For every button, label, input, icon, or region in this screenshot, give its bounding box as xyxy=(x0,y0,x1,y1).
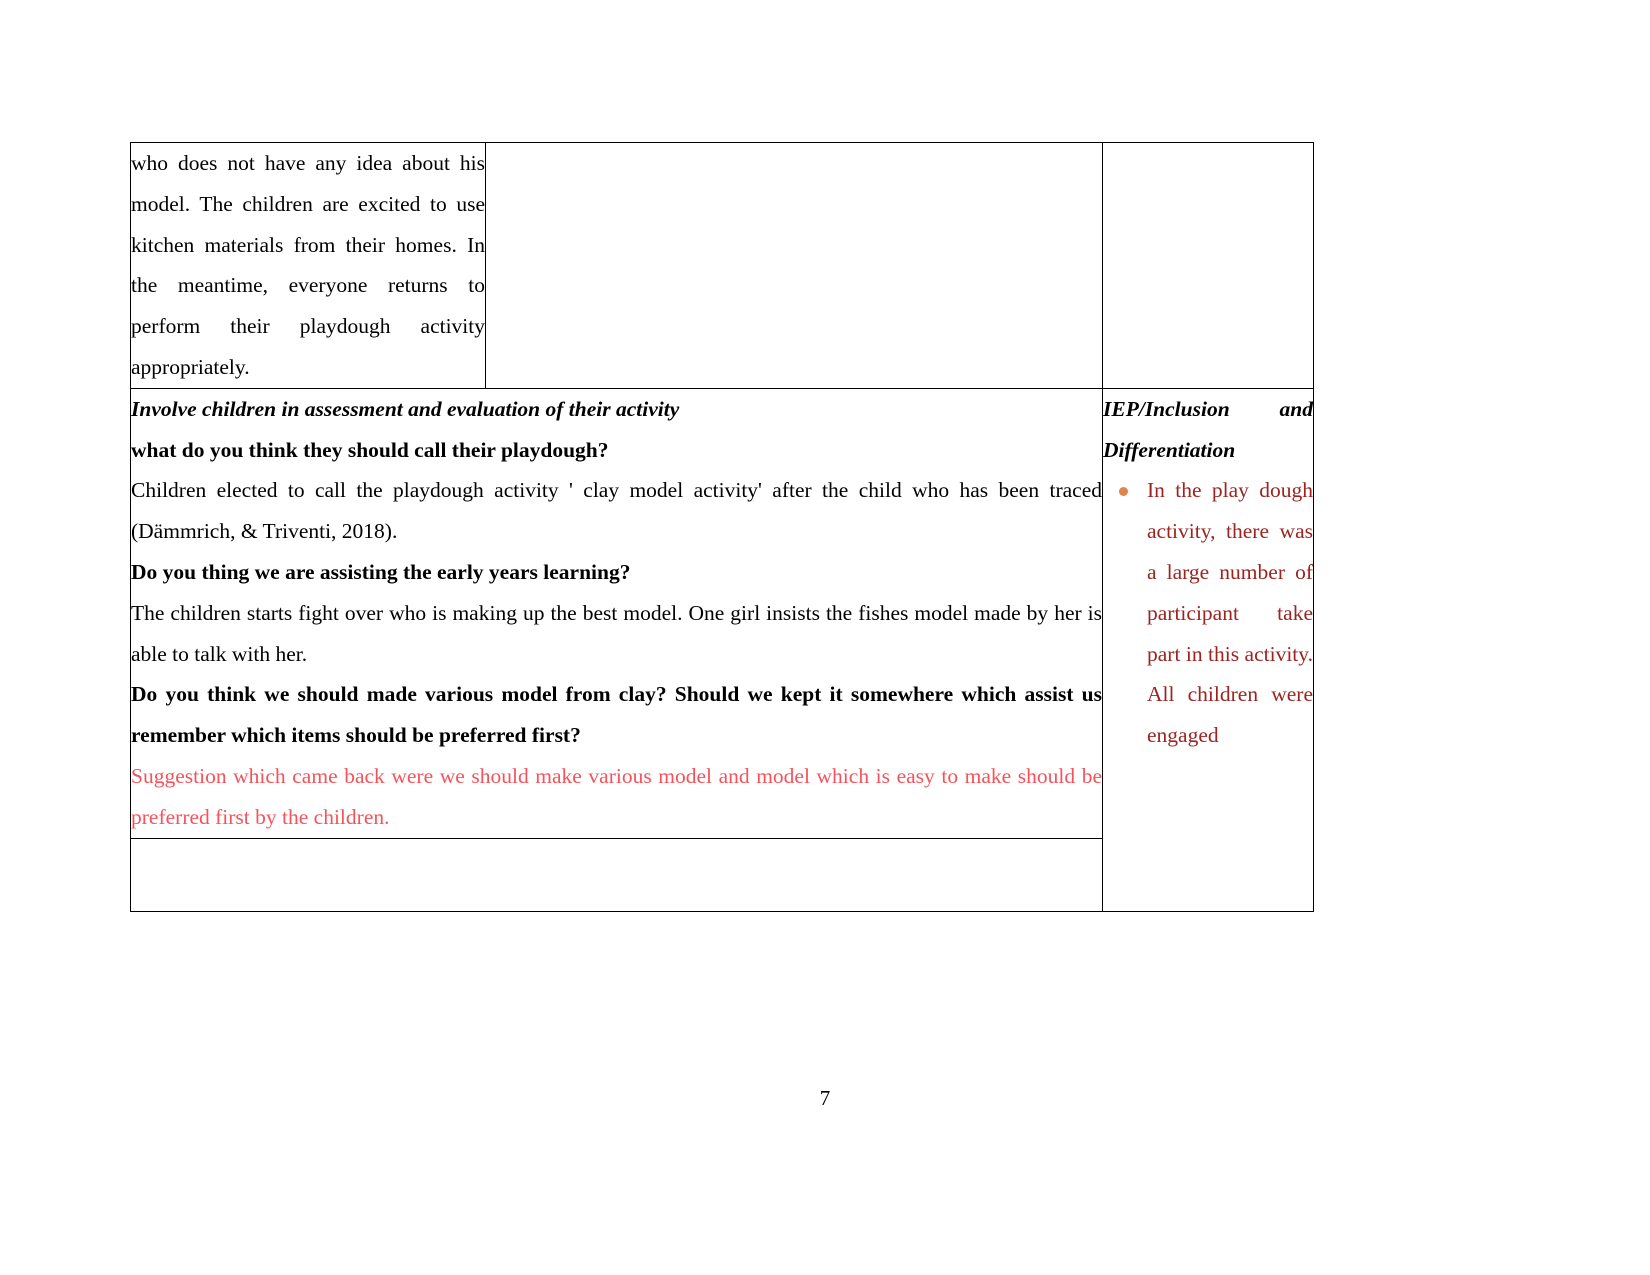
question-2: Do you thing we are assisting the early … xyxy=(131,559,631,584)
main-content-cell: Involve children in assessment and evalu… xyxy=(130,387,1103,839)
empty-bottom-strip-cell xyxy=(130,837,1103,912)
document-page: who does not have any idea about his mod… xyxy=(0,0,1650,1275)
iep-bullet-list: In the play dough activity, there was a … xyxy=(1103,470,1313,756)
empty-right-cell xyxy=(1102,142,1314,389)
iep-differentiation-cell: IEP/Inclusion and Differentiation In the… xyxy=(1102,387,1314,912)
iep-heading: IEP/Inclusion and Differentiation xyxy=(1103,396,1313,462)
answer-1: Children elected to call the playdough a… xyxy=(131,478,1102,544)
empty-middle-cell xyxy=(485,142,1103,389)
page-number: 7 xyxy=(819,1086,831,1110)
activity-plan-table: who does not have any idea about his mod… xyxy=(130,142,1314,912)
question-3: Do you think we should made various mode… xyxy=(131,682,1102,748)
list-item: In the play dough activity, there was a … xyxy=(1103,470,1313,756)
assessment-heading: Involve children in assessment and evalu… xyxy=(131,396,680,421)
answer-2: The children starts fight over who is ma… xyxy=(131,600,1102,666)
continuation-text-cell: who does not have any idea about his mod… xyxy=(130,142,486,389)
bullet-point-icon xyxy=(1119,487,1128,497)
iep-bullet-text: In the play dough activity, there was a … xyxy=(1147,478,1313,748)
answer-3-highlighted: Suggestion which came back were we shoul… xyxy=(131,763,1102,829)
continuation-paragraph: who does not have any idea about his mod… xyxy=(131,151,485,379)
question-1: what do you think they should call their… xyxy=(131,437,609,462)
table-row: who does not have any idea about his mod… xyxy=(130,142,1314,389)
table-row: Involve children in assessment and evalu… xyxy=(130,387,1314,912)
